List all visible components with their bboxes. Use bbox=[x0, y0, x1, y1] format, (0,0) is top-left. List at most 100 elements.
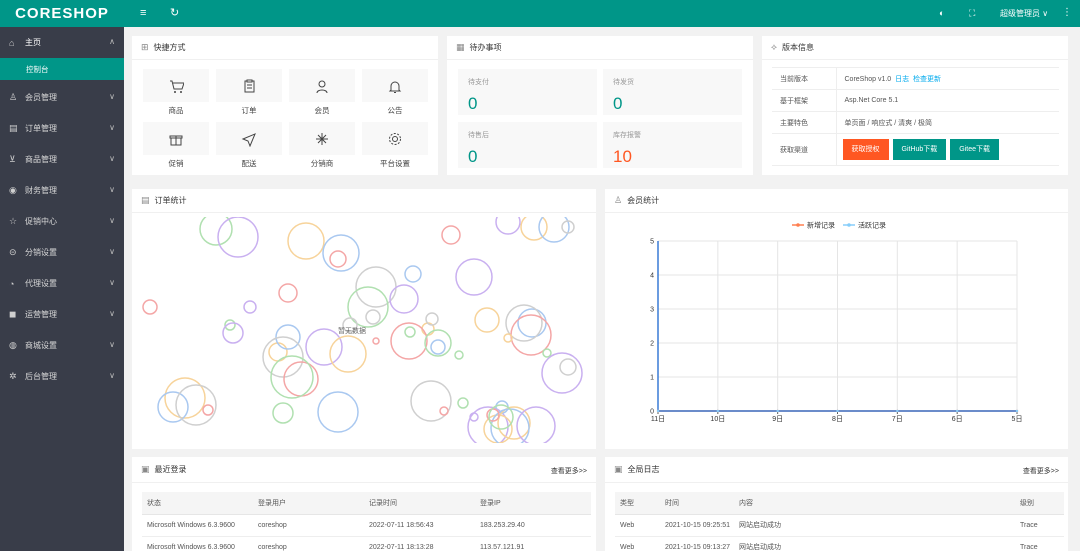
bubble-circle bbox=[390, 322, 428, 360]
data-point bbox=[716, 409, 720, 413]
shortcut-3-button[interactable] bbox=[289, 69, 355, 102]
table-row[interactable]: Web 2021-10-15 09:13:27 网站启动成功 Trace bbox=[615, 536, 1064, 551]
gitee-download-button[interactable]: Gitee下载 bbox=[950, 139, 1000, 160]
bubble-circle bbox=[497, 406, 531, 440]
chevron-down-icon: ∨ bbox=[109, 154, 115, 163]
todo-card: ▦ 待办事项 待支付 0 待发货 0 待售后 0 库存报警 10 bbox=[447, 36, 753, 175]
bubble-circle bbox=[157, 391, 189, 423]
shortcut-label: 订单 bbox=[241, 106, 257, 115]
view-more-link[interactable]: 查看更多>> bbox=[551, 466, 587, 476]
refresh-icon[interactable]: ↻ bbox=[170, 6, 179, 20]
column-header[interactable]: 时间 bbox=[660, 492, 734, 515]
bubble-circle bbox=[455, 258, 493, 296]
calendar-icon: ▦ bbox=[456, 42, 465, 52]
bubble-circle bbox=[430, 339, 446, 355]
member-stats-card: ♙ 会员统计 0 1 2 3 4 5 11日 10日 9日 8日 7日 6日 5日 新增记录 活跃记录 bbox=[605, 189, 1068, 449]
table-row[interactable]: Microsoft Windows 6.3.9600 coreshop 2022-0… bbox=[142, 536, 591, 551]
column-header[interactable]: 登录用户 bbox=[253, 492, 364, 515]
shortcut-icon: ⊞ bbox=[141, 42, 149, 52]
empty-text: 暂无数据 bbox=[338, 328, 366, 335]
bubble-circle bbox=[278, 283, 298, 303]
sidebar-item-dashboard[interactable]: 控制台 bbox=[0, 58, 124, 80]
sidebar-item-label: 分销设置 bbox=[25, 248, 57, 257]
bubble-circle bbox=[202, 404, 214, 416]
sidebar-item-4[interactable]: ◉ 财务管理 ∨ bbox=[0, 175, 124, 206]
log-table: 类型 时间 内容 级别 Web 2021-10-15 09:25:51 网站启动成功 Trac… bbox=[615, 492, 1064, 551]
sidebar-item-10[interactable]: ✲ 后台管理 ∨ bbox=[0, 361, 124, 392]
todo-item[interactable]: 待售后 0 bbox=[458, 122, 597, 168]
card-title: 全局日志 bbox=[627, 465, 660, 474]
cart-icon: ⊻ bbox=[9, 154, 16, 164]
get-license-button[interactable]: 获取授权 bbox=[842, 139, 889, 160]
bubble-circle bbox=[365, 309, 381, 325]
shortcut-label: 商品 bbox=[168, 106, 184, 115]
column-header[interactable]: 级别 bbox=[1015, 492, 1064, 515]
data-point bbox=[836, 409, 839, 413]
login-icon: ▣ bbox=[141, 464, 150, 474]
sidebar-item-label: 代理设置 bbox=[25, 279, 57, 288]
sidebar-item-label: 主页 bbox=[25, 38, 41, 47]
sidebar-item-1[interactable]: ♙ 会员管理 ∨ bbox=[0, 82, 124, 113]
card-title: 订单统计 bbox=[154, 196, 187, 205]
card-title: 版本信息 bbox=[781, 43, 814, 52]
bubble-circle bbox=[404, 265, 422, 283]
sidebar-item-5[interactable]: ☆ 促销中心 ∨ bbox=[0, 206, 124, 237]
agent-icon: ◔ bbox=[9, 278, 15, 289]
github-download-button[interactable]: GitHub下载 bbox=[892, 139, 947, 160]
sidebar-item-6[interactable]: ⊝ 分销设置 ∨ bbox=[0, 237, 124, 268]
framework-value: Asp.Net Core 5.1 bbox=[836, 89, 1059, 112]
table-row[interactable]: Web 2021-10-15 09:25:51 网站启动成功 Trace bbox=[615, 514, 1064, 537]
theme-icon[interactable]: ◐ bbox=[939, 6, 944, 20]
shortcut-1-button[interactable] bbox=[143, 69, 209, 102]
shortcut-label: 公告 bbox=[387, 106, 403, 115]
column-header[interactable]: 内容 bbox=[734, 492, 1015, 515]
bubble-circle bbox=[495, 217, 521, 235]
bubble-circle bbox=[305, 328, 343, 366]
version-table: 当前版本 CoreShop v1.0 日志 检查更新 基于框架 Asp.Net … bbox=[772, 67, 1059, 166]
table-row[interactable]: Microsoft Windows 6.3.9600 coreshop 2022-0… bbox=[142, 514, 591, 537]
todo-label: 待发货 bbox=[613, 79, 634, 86]
sidebar-item-9[interactable]: ◍ 商城设置 ∨ bbox=[0, 330, 124, 361]
user-icon: ♙ bbox=[614, 195, 623, 205]
top-bar: CORESHOP ≡ ↻ ◐ ⛶ 超级管理员 ∨ ⋮ bbox=[0, 0, 1080, 27]
user-menu[interactable]: 超级管理员 ∨ bbox=[1000, 8, 1048, 19]
log-link[interactable]: 日志 bbox=[895, 76, 909, 83]
more-icon[interactable]: ⋮ bbox=[1062, 6, 1072, 20]
chevron-down-icon: ∨ bbox=[109, 278, 115, 287]
bubble-circle bbox=[404, 326, 416, 338]
column-header[interactable]: 状态 bbox=[142, 492, 253, 515]
shortcut-label: 配送 bbox=[241, 159, 257, 168]
shortcut-2-button[interactable] bbox=[216, 69, 282, 102]
column-header[interactable]: 记录时间 bbox=[364, 492, 475, 515]
global-log-card: ▣ 全局日志 查看更多>> 类型 时间 内容 级别 Web 2021-10-15 09:25… bbox=[605, 457, 1068, 551]
menu-icon[interactable]: ≡ bbox=[140, 6, 146, 20]
column-header[interactable]: 登录IP bbox=[475, 492, 591, 515]
bell-icon bbox=[388, 81, 402, 93]
shortcut-8-button[interactable] bbox=[362, 122, 428, 155]
shortcut-7-button[interactable] bbox=[289, 122, 355, 155]
todo-value: 10 bbox=[613, 147, 632, 166]
view-more-link[interactable]: 查看更多>> bbox=[1023, 466, 1059, 476]
y-tick-label: 4 bbox=[650, 273, 654, 280]
check-update-link[interactable]: 检查更新 bbox=[913, 76, 941, 83]
bubble-circle bbox=[538, 217, 570, 243]
todo-item[interactable]: 待发货 0 bbox=[603, 69, 742, 115]
sidebar-item-8[interactable]: ◼ 运营管理 ∨ bbox=[0, 299, 124, 330]
shortcut-5-button[interactable] bbox=[143, 122, 209, 155]
sidebar-item-2[interactable]: ▤ 订单管理 ∨ bbox=[0, 113, 124, 144]
shortcut-6-button[interactable] bbox=[216, 122, 282, 155]
sidebar-item-label: 运营管理 bbox=[25, 310, 57, 319]
app-logo[interactable]: CORESHOP bbox=[0, 0, 124, 27]
sidebar-item-home[interactable]: ⌂ 主页 ∧ bbox=[0, 27, 124, 58]
fullscreen-icon[interactable]: ⛶ bbox=[969, 6, 975, 20]
sidebar-item-3[interactable]: ⊻ 商品管理 ∨ bbox=[0, 144, 124, 175]
log-icon: ▣ bbox=[614, 464, 623, 474]
shortcut-4-button[interactable] bbox=[362, 69, 428, 102]
todo-item[interactable]: 待支付 0 bbox=[458, 69, 597, 115]
column-header[interactable]: 类型 bbox=[615, 492, 660, 515]
sidebar-item-7[interactable]: ◔ 代理设置 ∨ bbox=[0, 268, 124, 299]
todo-item[interactable]: 库存报警 10 bbox=[603, 122, 742, 168]
bubble-circle bbox=[329, 250, 347, 268]
document-icon: ▤ bbox=[141, 195, 150, 205]
bubble-circle bbox=[199, 217, 233, 246]
